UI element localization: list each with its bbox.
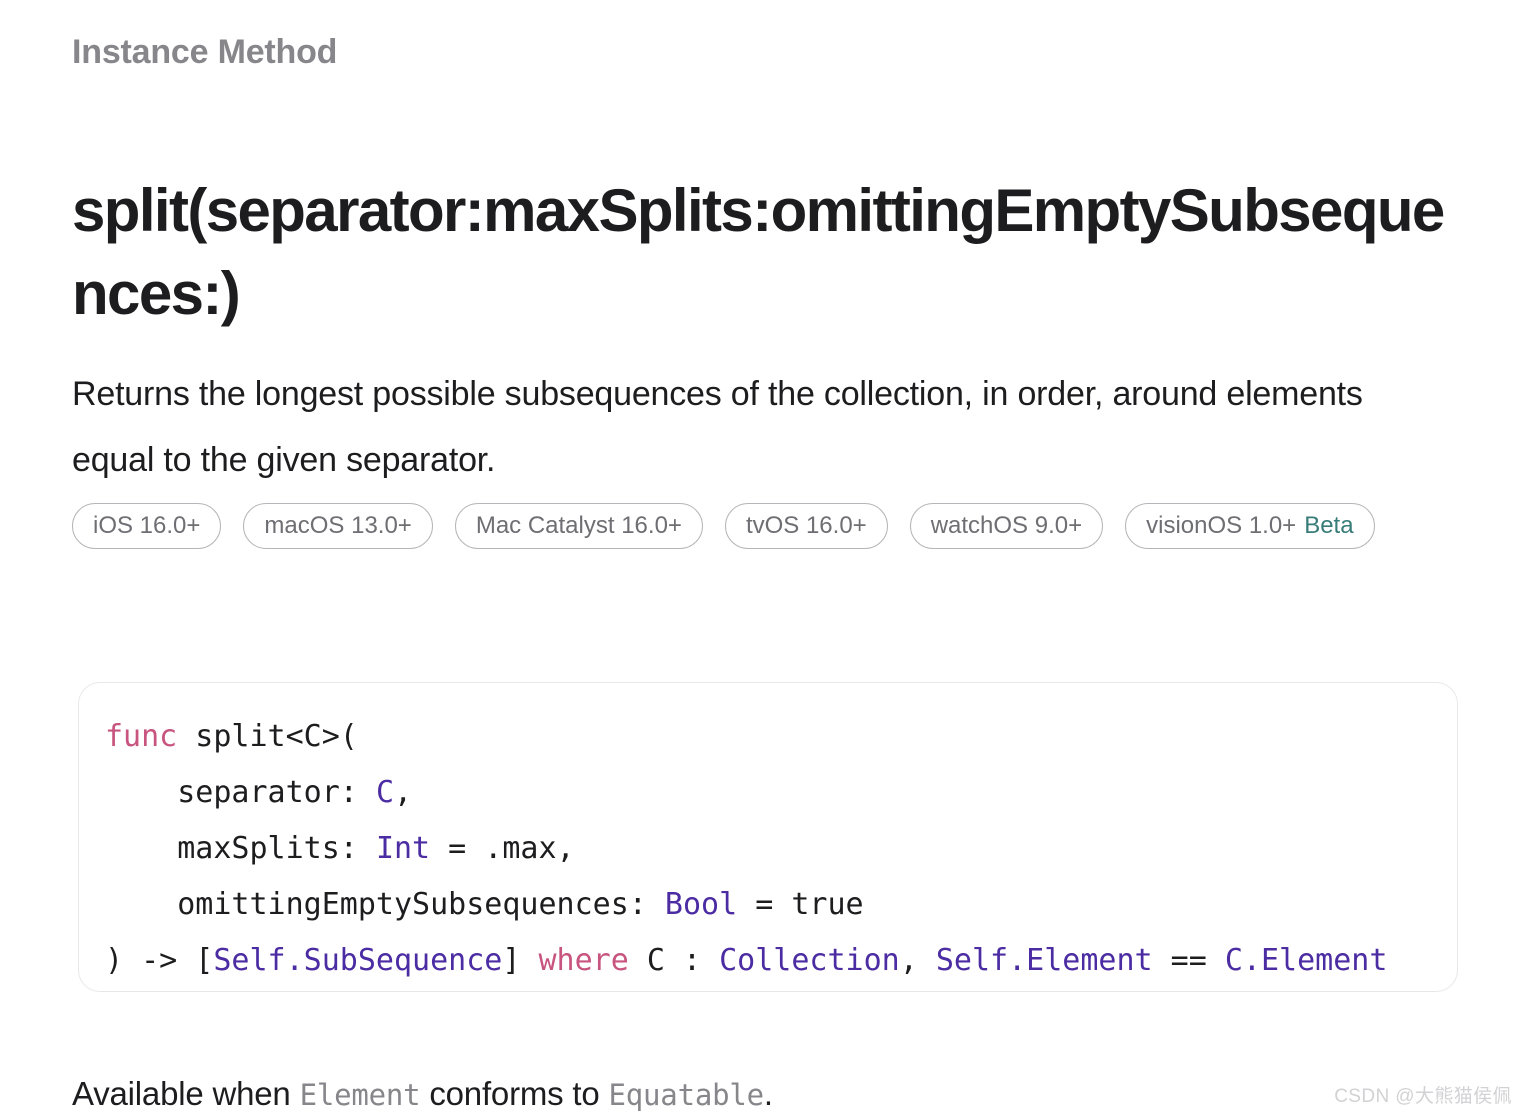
declaration-code-line: maxSplits: Int = .max, <box>105 821 1457 877</box>
code-token-plain: omittingEmptySubsequences: <box>105 887 665 922</box>
code-token-plain: separator: <box>105 775 376 810</box>
declaration-code-line: separator: C, <box>105 765 1457 821</box>
symbol-kind-eyebrow: Instance Method <box>72 33 338 71</box>
availability-badge-label: Mac Catalyst 16.0+ <box>475 512 682 539</box>
code-token-kw: where <box>538 943 629 978</box>
code-token-plain: ) -> [ <box>105 943 214 978</box>
availability-badge: visionOS 1.0+ Beta <box>1125 503 1375 549</box>
availability-badge-list: iOS 16.0+ macOS 13.0+ Mac Catalyst 16.0+ tv… <box>72 503 1472 549</box>
availability-badge: Mac Catalyst 16.0+ <box>454 503 703 549</box>
abstract-description: Returns the longest possible subsequence… <box>72 375 1363 480</box>
availability-badge: watchOS 9.0+ <box>909 503 1104 549</box>
code-token-plain: = .max, <box>430 831 575 866</box>
availability-badge-label: watchOS 9.0+ <box>930 512 1083 539</box>
code-token-type: C <box>375 775 394 810</box>
code-token-type: Self.Element <box>935 943 1153 978</box>
availability-badge-label: iOS 16.0+ <box>93 512 201 539</box>
code-token-plain: , <box>394 775 413 810</box>
availability-badge-label: tvOS 16.0+ <box>745 512 867 539</box>
code-token-type: Int <box>375 831 431 866</box>
conformance-prefix: Available when <box>72 1075 300 1112</box>
availability-badge-label: macOS 13.0+ <box>264 512 412 539</box>
conformance-suffix: . <box>763 1075 773 1112</box>
code-token-kw: func <box>105 719 178 754</box>
conformance-type-element: Element <box>299 1078 421 1112</box>
code-token-plain: split<C>( <box>177 719 358 754</box>
declaration-code-line: omittingEmptySubsequences: Bool = true <box>105 877 1457 933</box>
code-token-plain: == <box>1152 943 1225 978</box>
code-token-type: Self.SubSequence <box>213 943 503 978</box>
code-token-type: Collection <box>719 943 900 978</box>
documentation-page: Instance Method split(separator:maxSplit… <box>0 0 1538 1118</box>
conformance-middle: conforms to <box>420 1075 609 1112</box>
availability-badge-beta-tag: Beta <box>1304 512 1354 539</box>
availability-badge: iOS 16.0+ <box>72 503 222 549</box>
declaration-code-box: func split<C>( separator: C, maxSplits: … <box>78 682 1458 992</box>
code-token-plain: maxSplits: <box>105 831 376 866</box>
code-token-plain: , <box>899 943 936 978</box>
availability-badge-label: visionOS 1.0+ <box>1146 512 1297 539</box>
code-token-type: Bool <box>664 887 738 922</box>
availability-badge: macOS 13.0+ <box>243 503 433 549</box>
availability-badge: tvOS 16.0+ <box>724 503 888 549</box>
code-token-plain: C : <box>628 943 720 978</box>
declaration-code: func split<C>( separator: C, maxSplits: … <box>79 683 1457 991</box>
conformance-note: Available when Element conforms to Equat… <box>72 1071 1422 1117</box>
page-title: split(separator:maxSplits:omittingEmptyS… <box>72 177 1445 327</box>
csdn-watermark: CSDN @大熊猫侯佩 <box>1334 1086 1512 1107</box>
conformance-type-equatable: Equatable <box>608 1078 765 1112</box>
code-token-plain: ] <box>502 943 539 978</box>
code-token-type: C.Element <box>1224 943 1388 978</box>
code-token-plain: = true <box>737 887 864 922</box>
declaration-code-line: func split<C>( <box>105 709 1457 765</box>
declaration-code-line: ) -> [Self.SubSequence] where C : Collec… <box>105 933 1457 989</box>
